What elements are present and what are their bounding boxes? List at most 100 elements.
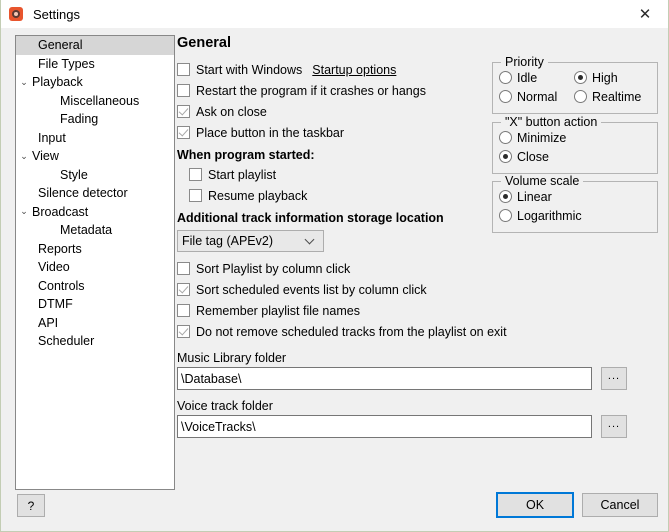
sidebar-item-metadata[interactable]: Metadata <box>16 221 174 240</box>
priority-group: Priority Idle Normal High Realtime <box>492 55 658 114</box>
sidebar-item-label: DTMF <box>38 297 73 312</box>
radio-label: Normal <box>517 89 558 104</box>
music-library-row: ... <box>177 367 658 390</box>
checkbox-row[interactable]: Do not remove scheduled tracks from the … <box>177 321 658 342</box>
volume-scale-group: Volume scale Linear Logarithmic <box>492 174 658 233</box>
sidebar-item-general[interactable]: General <box>16 36 174 55</box>
sidebar-item-label: API <box>38 315 59 330</box>
checkbox-sort-playlist-by-column-click[interactable] <box>177 262 190 275</box>
page-title: General <box>177 35 231 51</box>
sidebar-item-label: Fading <box>60 112 99 127</box>
music-library-label: Music Library folder <box>177 351 287 365</box>
priority-options-column-1: Idle Normal <box>499 68 557 106</box>
sidebar-item-api[interactable]: API <box>16 314 174 333</box>
radio-row[interactable]: Close <box>499 147 566 166</box>
radio-label: Linear <box>517 189 552 204</box>
sidebar-item-fading[interactable]: Fading <box>16 110 174 129</box>
sidebar-item-label: Broadcast <box>32 204 89 219</box>
sidebar-item-silence-detector[interactable]: Silence detector <box>16 184 174 203</box>
checkbox-row[interactable]: Remember playlist file names <box>177 300 658 321</box>
priority-group-title: Priority <box>501 55 548 69</box>
sidebar-item-broadcast[interactable]: ⌄ Broadcast <box>16 203 174 222</box>
checkbox-do-not-remove-scheduled-tracks-from-the-playlist-on-exit[interactable] <box>177 325 190 338</box>
radio-row[interactable]: Linear <box>499 187 582 206</box>
voice-track-label: Voice track folder <box>177 399 273 413</box>
settings-category-tree[interactable]: General File Types ⌄ Playback Miscellaneous F… <box>15 35 175 490</box>
sidebar-item-miscellaneous[interactable]: Miscellaneous <box>16 92 174 111</box>
voice-track-browse-button[interactable]: ... <box>601 415 627 438</box>
radio-minimize[interactable] <box>499 131 512 144</box>
checkbox-resume-playback[interactable] <box>189 189 202 202</box>
music-library-input[interactable] <box>177 367 592 390</box>
checkbox-row[interactable]: Sort scheduled events list by column cli… <box>177 279 658 300</box>
storage-location-select[interactable]: File tag (APEv2) <box>177 230 324 252</box>
sidebar-item-scheduler[interactable]: Scheduler <box>16 332 174 351</box>
sidebar-item-playback[interactable]: ⌄ Playback <box>16 73 174 92</box>
checkbox-sort-scheduled-events-list-by-column-click[interactable] <box>177 283 190 296</box>
x-button-action-options: Minimize Close <box>499 128 566 166</box>
sidebar-item-label: Silence detector <box>38 186 128 201</box>
volume-scale-options: Linear Logarithmic <box>499 187 582 225</box>
sidebar-item-input[interactable]: Input <box>16 129 174 148</box>
sidebar-item-label: Playback <box>32 75 83 90</box>
voice-track-input[interactable] <box>177 415 592 438</box>
checkbox-row[interactable]: Sort Playlist by column click <box>177 258 658 279</box>
sidebar-item-view[interactable]: ⌄ View <box>16 147 174 166</box>
ok-button[interactable]: OK <box>496 492 574 518</box>
radio-close[interactable] <box>499 150 512 163</box>
radio-label: Realtime <box>592 89 642 104</box>
sidebar-item-label: Controls <box>38 278 85 293</box>
title-bar: Settings ✕ <box>1 0 668 28</box>
help-button[interactable]: ? <box>17 494 45 517</box>
radio-row[interactable]: High <box>574 68 641 87</box>
chevron-down-icon[interactable]: ⌄ <box>16 151 32 161</box>
checkbox-remember-playlist-file-names[interactable] <box>177 304 190 317</box>
app-headphones-icon <box>8 6 24 22</box>
checkbox-start-with-windows[interactable] <box>177 63 190 76</box>
playlist-options-list: Sort Playlist by column click Sort schedu… <box>177 258 658 342</box>
radio-idle[interactable] <box>499 71 512 84</box>
chevron-down-icon[interactable]: ⌄ <box>16 207 32 216</box>
sidebar-item-label: Reports <box>38 241 82 256</box>
radio-high[interactable] <box>574 71 587 84</box>
radio-row[interactable]: Normal <box>499 87 557 106</box>
radio-normal[interactable] <box>499 90 512 103</box>
radio-linear[interactable] <box>499 190 512 203</box>
radio-logarithmic[interactable] <box>499 209 512 222</box>
checkbox-label: Remember playlist file names <box>196 303 360 318</box>
radio-label: Idle <box>517 70 538 85</box>
radio-realtime[interactable] <box>574 90 587 103</box>
checkbox-start-playlist[interactable] <box>189 168 202 181</box>
radio-row[interactable]: Realtime <box>574 87 641 106</box>
checkbox-label: Ask on close <box>196 104 267 119</box>
cancel-button[interactable]: Cancel <box>582 493 658 517</box>
music-library-browse-button[interactable]: ... <box>601 367 627 390</box>
checkbox-label: Start with Windows <box>196 62 303 77</box>
radio-row[interactable]: Minimize <box>499 128 566 147</box>
startup-options-link[interactable]: Startup options <box>312 63 396 77</box>
chevron-down-icon[interactable]: ⌄ <box>16 77 32 87</box>
checkbox-label: Resume playback <box>208 188 308 203</box>
radio-label: Minimize <box>517 130 567 145</box>
checkbox-ask-on-close[interactable] <box>177 105 190 118</box>
radio-label: Logarithmic <box>517 208 582 223</box>
sidebar-item-label: View <box>32 149 59 164</box>
close-icon[interactable]: ✕ <box>622 0 668 28</box>
sidebar-item-dtmf[interactable]: DTMF <box>16 295 174 314</box>
sidebar-item-file-types[interactable]: File Types <box>16 55 174 74</box>
sidebar-item-style[interactable]: Style <box>16 166 174 185</box>
radio-row[interactable]: Logarithmic <box>499 206 582 225</box>
radio-label: Close <box>517 149 549 164</box>
x-button-action-title: "X" button action <box>501 115 602 129</box>
sidebar-item-video[interactable]: Video <box>16 258 174 277</box>
settings-dialog: Settings ✕ General File Types ⌄ Playback Mis… <box>0 0 669 532</box>
checkbox-restart-the-program-if-it-crashes-or-hangs[interactable] <box>177 84 190 97</box>
sidebar-item-reports[interactable]: Reports <box>16 240 174 259</box>
radio-row[interactable]: Idle <box>499 68 557 87</box>
storage-location-combo-wrap: File tag (APEv2) <box>177 227 324 252</box>
x-button-action-group: "X" button action Minimize Close <box>492 115 658 174</box>
sidebar-item-label: Scheduler <box>38 334 95 349</box>
sidebar-item-controls[interactable]: Controls <box>16 277 174 296</box>
sidebar-item-label: General <box>38 38 83 53</box>
checkbox-place-button-in-the-taskbar[interactable] <box>177 126 190 139</box>
